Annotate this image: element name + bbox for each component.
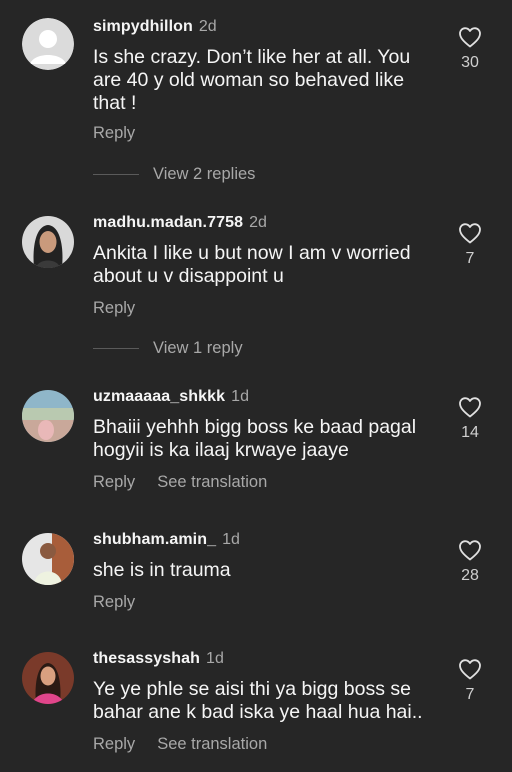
comment-text: Ye ye phle se aisi thi ya bigg boss se b… (93, 678, 423, 723)
reply-button[interactable]: Reply (93, 299, 135, 317)
avatar[interactable] (22, 216, 74, 268)
timestamp: 1d (222, 531, 240, 548)
reply-button[interactable]: Reply (93, 124, 135, 142)
view-replies-button[interactable]: View 2 replies (93, 165, 255, 184)
comment-text: Bhaiii yehhh bigg boss ke baad pagal hog… (93, 416, 417, 461)
like-count: 28 (461, 567, 479, 584)
comment-actions: Reply (93, 299, 135, 318)
comment-meta: simpydhillon 2d (93, 18, 217, 36)
timestamp: 1d (231, 388, 249, 405)
heart-outline-icon (459, 223, 481, 244)
see-translation-button[interactable]: See translation (157, 735, 267, 753)
comment-actions: Reply (93, 593, 135, 612)
timestamp: 2d (249, 214, 267, 231)
like-count: 7 (465, 686, 475, 703)
see-translation-button[interactable]: See translation (157, 473, 267, 491)
default-avatar-icon (22, 18, 74, 70)
comment-text: Is she crazy. Don’t like her at all. You… (93, 46, 411, 114)
like-count: 14 (461, 424, 479, 441)
comment-actions: Reply See translation (93, 735, 267, 754)
like-button[interactable]: 30 (450, 26, 490, 72)
heart-outline-icon (459, 27, 481, 48)
woman-pink-photo-icon (22, 652, 74, 704)
heart-outline-icon (459, 397, 481, 418)
like-count: 7 (465, 250, 475, 267)
view-replies-label: View 1 reply (153, 339, 243, 357)
comment-meta: shubham.amin_ 1d (93, 531, 240, 549)
comment-actions: Reply (93, 124, 135, 143)
comment-meta: madhu.madan.7758 2d (93, 214, 267, 232)
avatar[interactable] (22, 18, 74, 70)
like-button[interactable]: 7 (450, 222, 490, 268)
like-button[interactable]: 7 (450, 658, 490, 704)
replies-divider (93, 348, 139, 350)
comment-text: she is in trauma (93, 559, 231, 581)
heart-outline-icon (459, 659, 481, 680)
woman-portrait-icon (22, 216, 74, 268)
heart-outline-icon (459, 540, 481, 561)
view-replies-button[interactable]: View 1 reply (93, 339, 243, 358)
reply-button[interactable]: Reply (93, 473, 135, 491)
username[interactable]: uzmaaaaa_shkkk (93, 388, 225, 405)
comment-meta: uzmaaaaa_shkkk 1d (93, 388, 249, 406)
timestamp: 2d (198, 18, 217, 35)
username[interactable]: madhu.madan.7758 (93, 214, 243, 231)
timestamp: 1d (206, 650, 224, 667)
like-count: 30 (461, 54, 479, 71)
comment-actions: Reply See translation (93, 473, 267, 492)
username[interactable]: simpydhillon (93, 18, 193, 35)
username[interactable]: thesassyshah (93, 650, 200, 667)
reply-button[interactable]: Reply (93, 593, 135, 611)
landscape-photo-icon (22, 390, 74, 442)
comment-text: Ankita I like u but now I am v worried a… (93, 242, 411, 287)
avatar[interactable] (22, 652, 74, 704)
like-button[interactable]: 28 (450, 539, 490, 585)
man-photo-icon (22, 533, 74, 585)
replies-divider (93, 174, 139, 176)
username[interactable]: shubham.amin_ (93, 531, 216, 548)
comment-meta: thesassyshah 1d (93, 650, 224, 668)
avatar[interactable] (22, 390, 74, 442)
avatar[interactable] (22, 533, 74, 585)
reply-button[interactable]: Reply (93, 735, 135, 753)
like-button[interactable]: 14 (450, 396, 490, 442)
view-replies-label: View 2 replies (153, 165, 256, 183)
